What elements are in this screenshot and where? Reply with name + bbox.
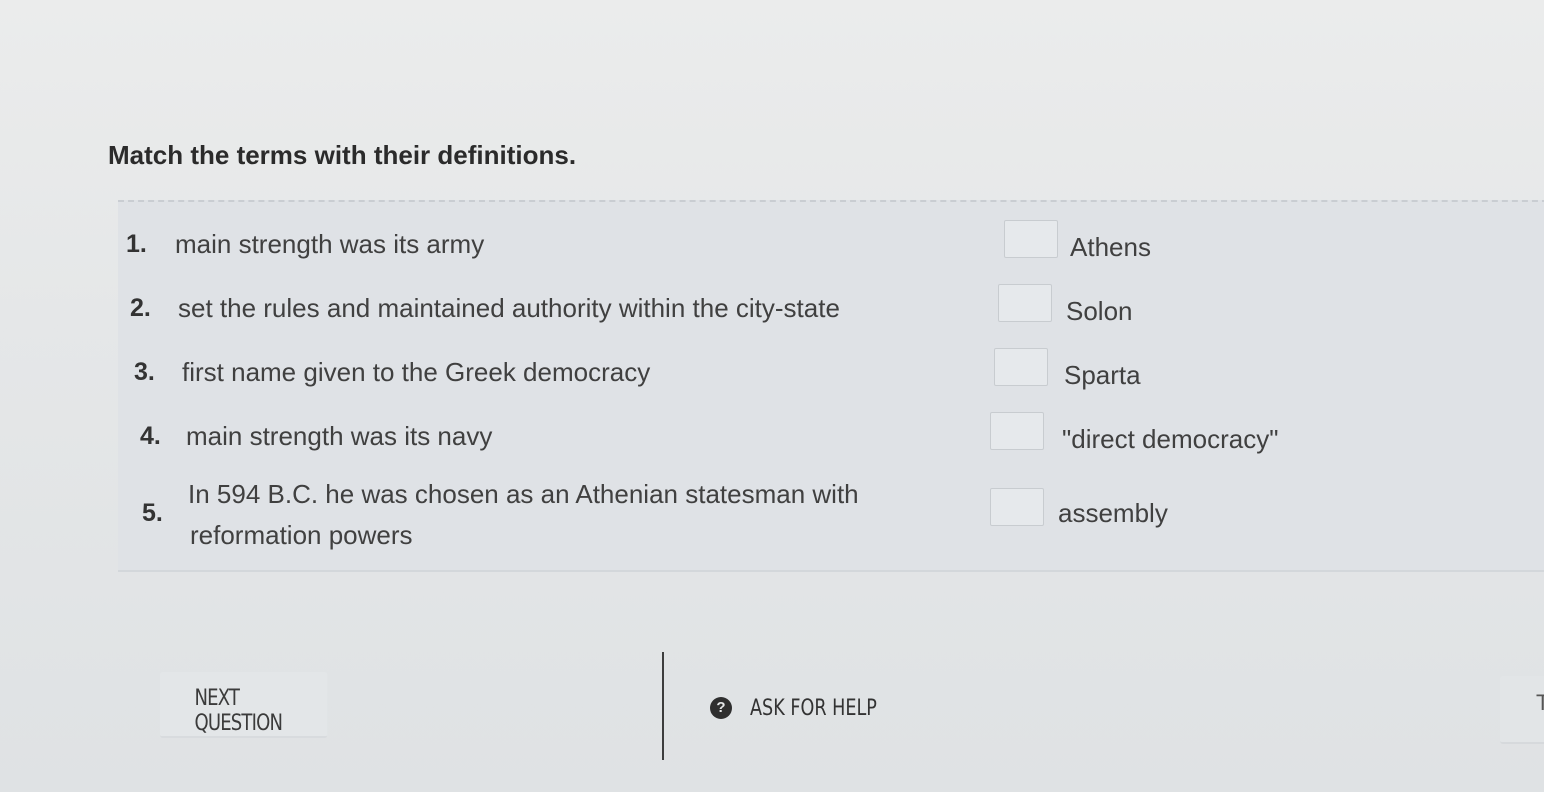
question-title: Match the terms with their definitions. xyxy=(108,140,577,170)
answer-input-box[interactable] xyxy=(998,284,1052,322)
term-text: first name given to the Greek democracy xyxy=(182,357,651,387)
answer-input-box[interactable] xyxy=(990,488,1044,526)
answer-input-box[interactable] xyxy=(994,348,1048,386)
term-text: set the rules and maintained authority w… xyxy=(178,293,840,323)
ask-for-help-button[interactable]: ? ASK FOR HELP xyxy=(710,692,909,724)
matching-panel: 1. main strength was its army Athens 2. … xyxy=(118,200,1544,572)
term-number: 1. xyxy=(126,230,147,258)
match-row: 1. main strength was its army Athens xyxy=(118,220,1544,264)
match-row: 4. main strength was its navy "direct de… xyxy=(118,412,1544,456)
answer-input-box[interactable] xyxy=(1004,220,1058,258)
edge-button[interactable]: T xyxy=(1500,676,1544,744)
term-number: 5. xyxy=(142,499,163,527)
answer-input-box[interactable] xyxy=(990,412,1044,450)
match-row: 5. In 594 B.C. he was chosen as an Athen… xyxy=(118,474,1544,558)
edge-button-label: T xyxy=(1536,690,1544,715)
match-row: 2. set the rules and maintained authorit… xyxy=(118,284,1544,328)
answer-option: Athens xyxy=(1070,232,1151,262)
term-text-line-2: reformation powers xyxy=(190,520,413,550)
term-text: main strength was its army xyxy=(175,229,485,259)
answer-option: "direct democracy" xyxy=(1062,424,1279,454)
answer-option: Solon xyxy=(1066,296,1133,326)
match-row: 3. first name given to the Greek democra… xyxy=(118,348,1544,392)
term-number: 4. xyxy=(140,422,161,450)
answer-option: Sparta xyxy=(1064,360,1141,390)
term-number: 3. xyxy=(134,358,155,386)
answer-option: assembly xyxy=(1058,498,1168,528)
term-number: 2. xyxy=(130,294,151,322)
next-question-label: NEXT QUESTION xyxy=(194,686,283,736)
ask-for-help-label: ASK FOR HELP xyxy=(750,695,877,721)
question-circle-icon: ? xyxy=(710,697,732,719)
next-question-button[interactable]: NEXT QUESTION xyxy=(160,672,328,738)
term-text: main strength was its navy xyxy=(186,421,493,451)
term-text-line-1: In 594 B.C. he was chosen as an Athenian… xyxy=(188,479,859,509)
footer-divider xyxy=(662,652,664,760)
